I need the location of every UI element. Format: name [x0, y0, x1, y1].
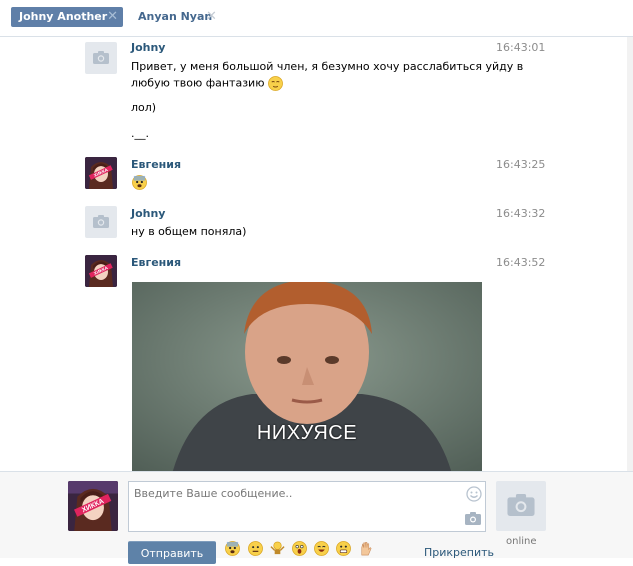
attach-link[interactable]: Прикрепить [424, 546, 494, 559]
avatar[interactable] [85, 206, 117, 238]
tab-label: Johny Another [19, 10, 108, 23]
online-status: online [506, 536, 537, 547]
anime-girl-avatar-image: ХИККА [85, 157, 117, 189]
message-text: .__. [131, 127, 149, 140]
avatar[interactable]: ХИККА [85, 255, 117, 287]
message-time: 16:43:32 [496, 207, 546, 220]
tab-label: Anyan Nyan [138, 10, 213, 23]
my-avatar[interactable]: ХИККА [68, 481, 118, 531]
gif-attachment[interactable]: НИХУЯСЕ [132, 282, 482, 471]
message-text: Привет, у меня большой член, я безумно х… [131, 60, 524, 73]
gif-caption: НИХУЯСЕ [256, 422, 358, 444]
message-text: ну в общем поняла) [131, 225, 247, 238]
message-text: лол) [131, 101, 157, 114]
camera-icon [93, 51, 109, 64]
message-text-line: любую твою фантазию [131, 76, 283, 91]
anime-girl-avatar-image: ХИККА [85, 255, 117, 287]
compose-area: ХИККА Введите Ваше сообщение.. online От… [0, 471, 633, 564]
fearful-emoji-icon[interactable] [225, 541, 240, 556]
fearful-emoji-icon [132, 175, 147, 190]
message-time: 16:43:52 [496, 256, 546, 269]
close-icon[interactable]: ✕ [206, 7, 217, 27]
message-author[interactable]: Johny [131, 41, 165, 54]
send-button[interactable]: Отправить [128, 541, 216, 564]
close-icon[interactable]: ✕ [107, 7, 118, 27]
dancing-emoji-icon[interactable] [270, 541, 285, 556]
avatar[interactable]: ХИККА [85, 157, 117, 189]
anime-girl-avatar-image: ХИККА [68, 481, 118, 531]
message-time: 16:43:25 [496, 158, 546, 171]
message-author[interactable]: Евгения [131, 158, 181, 171]
message-input[interactable]: Введите Ваше сообщение.. [128, 481, 486, 532]
tab-johny-another[interactable]: Johny Another ✕ [11, 7, 123, 27]
message-text: любую твою фантазию [131, 76, 265, 90]
grinning-emoji-icon[interactable] [336, 541, 351, 556]
scrollbar[interactable] [627, 37, 633, 471]
smile-icon[interactable] [466, 486, 482, 502]
message-time: 16:43:01 [496, 41, 546, 54]
relieved-emoji-icon [268, 76, 283, 91]
raised-hand-emoji-icon[interactable] [358, 541, 373, 556]
chat-tabs: Johny Another ✕ Anyan Nyan ✕ [0, 0, 633, 36]
attach-photo-icon[interactable] [465, 512, 481, 525]
camera-icon [93, 215, 109, 228]
avatar[interactable] [85, 42, 117, 74]
message-input-placeholder: Введите Ваше сообщение.. [134, 487, 293, 500]
message-author[interactable]: Johny [131, 207, 165, 220]
message-list[interactable]: Johny 16:43:01 Привет, у меня большой чл… [0, 37, 627, 471]
tab-anyan-nyan[interactable]: Anyan Nyan ✕ [130, 7, 220, 27]
message-author[interactable]: Евгения [131, 256, 181, 269]
interlocutor-avatar[interactable] [496, 481, 546, 531]
neutral-emoji-icon[interactable] [248, 541, 263, 556]
camera-icon [507, 494, 535, 516]
scream-emoji-icon[interactable] [292, 541, 307, 556]
laughing-emoji-icon[interactable] [314, 541, 329, 556]
